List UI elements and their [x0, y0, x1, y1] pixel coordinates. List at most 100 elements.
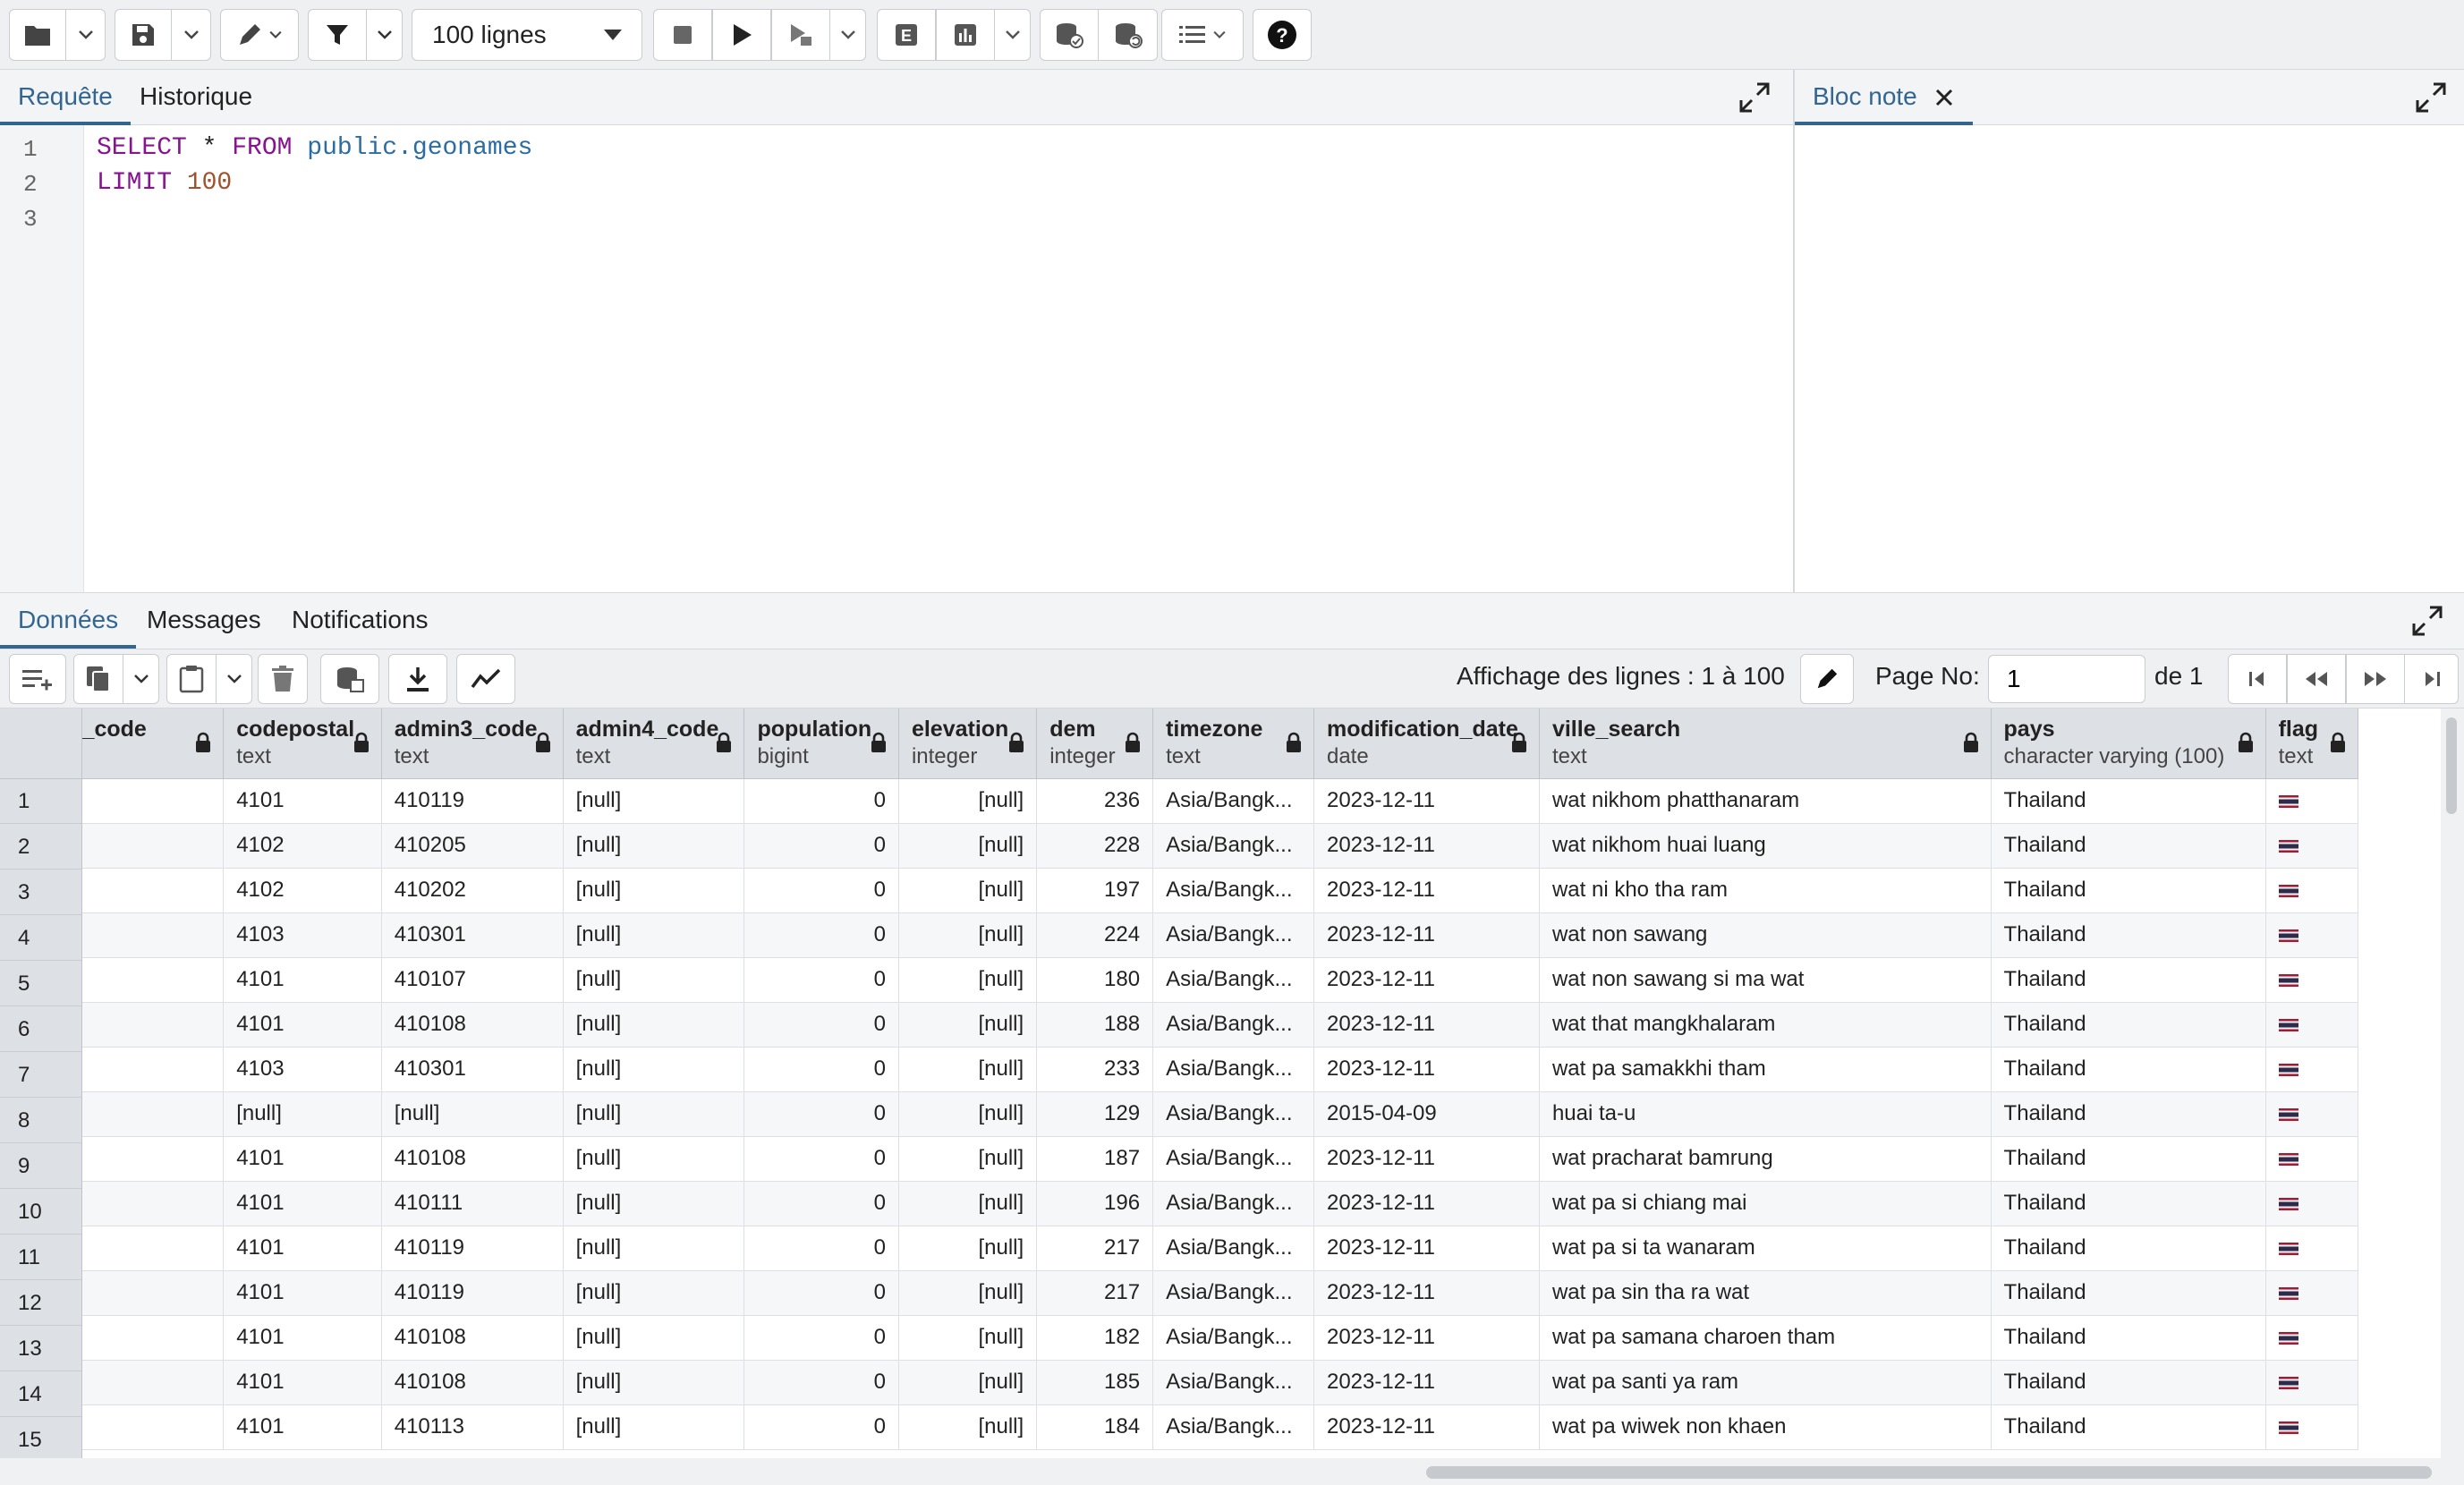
cell-population[interactable]: 0 — [743, 912, 899, 958]
cell-admin4-code[interactable]: [null] — [563, 1091, 745, 1137]
first-page-button[interactable] — [2228, 654, 2287, 704]
cell-flag[interactable] — [2265, 1315, 2359, 1361]
cell-population[interactable]: 0 — [743, 1181, 899, 1226]
cell-elevation[interactable]: [null] — [898, 823, 1038, 869]
next-page-button[interactable] — [2346, 654, 2405, 704]
cell-admin4-code[interactable]: [null] — [563, 1270, 745, 1316]
table-row[interactable]: 764101410108[null]0[null]187Asia/Bangk..… — [0, 1136, 2359, 1182]
cell-population[interactable]: 0 — [743, 1315, 899, 1361]
cell-dem[interactable]: 233 — [1036, 1047, 1154, 1092]
column-header-timezone[interactable]: timezone text — [1152, 709, 1314, 779]
row-number[interactable]: 6 — [0, 1007, 81, 1052]
macros-button[interactable] — [1161, 9, 1244, 61]
cell-admin3-code[interactable]: 410108 — [381, 1002, 564, 1048]
vertical-scrollbar[interactable] — [2441, 709, 2464, 1458]
explain-analyze-button[interactable] — [936, 9, 995, 61]
cell-population[interactable]: 0 — [743, 823, 899, 869]
row-number[interactable]: 13 — [0, 1327, 81, 1371]
paste-dropdown[interactable] — [217, 654, 252, 704]
cell-timezone[interactable]: Asia/Bangk... — [1152, 1226, 1314, 1271]
cell-population[interactable]: 0 — [743, 957, 899, 1003]
cell-flag[interactable] — [2265, 1404, 2359, 1450]
table-row[interactable]: 764101410111[null]0[null]196Asia/Bangk..… — [0, 1181, 2359, 1226]
cell-flag[interactable] — [2265, 912, 2359, 958]
cell-modification-date[interactable]: 2023-12-11 — [1313, 778, 1540, 824]
execute-script-button[interactable] — [771, 9, 830, 61]
cell-codepostal[interactable]: 4101 — [223, 1270, 382, 1316]
horizontal-scrollbar[interactable] — [0, 1458, 2464, 1485]
column-header-admin3-code[interactable]: admin3_code text — [381, 709, 564, 779]
last-page-button[interactable] — [2405, 654, 2459, 704]
cell-admin3-code[interactable]: 410301 — [381, 1047, 564, 1092]
cell-flag[interactable] — [2265, 778, 2359, 824]
cell-elevation[interactable]: [null] — [898, 1091, 1038, 1137]
cell-dem[interactable]: 185 — [1036, 1360, 1154, 1405]
cell-dem[interactable]: 129 — [1036, 1091, 1154, 1137]
table-row[interactable]: 764101410107[null]0[null]180Asia/Bangk..… — [0, 957, 2359, 1003]
cell-population[interactable]: 0 — [743, 778, 899, 824]
save-file-dropdown[interactable] — [172, 9, 211, 61]
cell-timezone[interactable]: Asia/Bangk... — [1152, 957, 1314, 1003]
open-file-button[interactable] — [9, 9, 66, 61]
cell-population[interactable]: 0 — [743, 1136, 899, 1182]
expand-icon[interactable] — [2410, 604, 2444, 638]
row-number[interactable]: 4 — [0, 916, 81, 961]
tab-messages[interactable]: Messages — [129, 593, 279, 649]
cell-admin3-code[interactable]: 410119 — [381, 1226, 564, 1271]
cell-timezone[interactable]: Asia/Bangk... — [1152, 823, 1314, 869]
cell-flag[interactable] — [2265, 957, 2359, 1003]
cell-timezone[interactable]: Asia/Bangk... — [1152, 1315, 1314, 1361]
cell-admin3-code[interactable]: 410113 — [381, 1404, 564, 1450]
cell-timezone[interactable]: Asia/Bangk... — [1152, 778, 1314, 824]
cell-pays[interactable]: Thailand — [1991, 912, 2266, 958]
cell-elevation[interactable]: [null] — [898, 1226, 1038, 1271]
cell-admin4-code[interactable]: [null] — [563, 1181, 745, 1226]
cell-codepostal[interactable]: 4102 — [223, 823, 382, 869]
column-header-elevation[interactable]: elevation integer — [898, 709, 1038, 779]
row-number[interactable]: 15 — [0, 1418, 81, 1458]
cell-flag[interactable] — [2265, 1047, 2359, 1092]
cell-ville-search[interactable]: wat pa samakkhi tham — [1539, 1047, 1992, 1092]
cell-ville-search[interactable]: wat ni kho tha ram — [1539, 868, 1992, 913]
row-number[interactable]: 2 — [0, 825, 81, 870]
cell-elevation[interactable]: [null] — [898, 1002, 1038, 1048]
cell-codepostal[interactable]: 4101 — [223, 1181, 382, 1226]
cell-ville-search[interactable]: wat pa sin tha ra wat — [1539, 1270, 1992, 1316]
filter-dropdown[interactable] — [367, 9, 403, 61]
previous-page-button[interactable] — [2287, 654, 2346, 704]
cell-elevation[interactable]: [null] — [898, 1270, 1038, 1316]
row-number[interactable]: 11 — [0, 1235, 81, 1280]
save-file-button[interactable] — [115, 9, 172, 61]
copy-button[interactable] — [73, 654, 123, 704]
cell-admin3-code[interactable]: 410108 — [381, 1360, 564, 1405]
cell-admin4-code[interactable]: [null] — [563, 1136, 745, 1182]
table-row[interactable]: 764101410119[null]0[null]217Asia/Bangk..… — [0, 1270, 2359, 1316]
cell-modification-date[interactable]: 2023-12-11 — [1313, 1315, 1540, 1361]
cell-codepostal[interactable]: 4103 — [223, 1047, 382, 1092]
cell-admin4-code[interactable]: [null] — [563, 1404, 745, 1450]
paste-button[interactable] — [166, 654, 217, 704]
cell-admin3-code[interactable]: 410108 — [381, 1136, 564, 1182]
cell-pays[interactable]: Thailand — [1991, 1226, 2266, 1271]
cell-pays[interactable]: Thailand — [1991, 1315, 2266, 1361]
table-row[interactable]: 764101410119[null]0[null]236Asia/Bangk..… — [0, 778, 2359, 824]
row-number[interactable]: 12 — [0, 1281, 81, 1326]
edit-rows-button[interactable] — [1800, 654, 1854, 704]
cell-pays[interactable]: Thailand — [1991, 957, 2266, 1003]
table-row[interactable]: 764101410113[null]0[null]184Asia/Bangk..… — [0, 1404, 2359, 1450]
row-number[interactable]: 10 — [0, 1190, 81, 1235]
cell-elevation[interactable]: [null] — [898, 1136, 1038, 1182]
open-file-dropdown[interactable] — [66, 9, 106, 61]
cell-flag[interactable] — [2265, 1181, 2359, 1226]
cell-flag[interactable] — [2265, 1136, 2359, 1182]
column-header-modification-date[interactable]: modification_date date — [1313, 709, 1540, 779]
cell-codepostal[interactable]: [null] — [223, 1091, 382, 1137]
cell-admin4-code[interactable]: [null] — [563, 868, 745, 913]
execute-button[interactable] — [712, 9, 771, 61]
cell-dem[interactable]: 217 — [1036, 1226, 1154, 1271]
cell-pays[interactable]: Thailand — [1991, 1181, 2266, 1226]
rollback-button[interactable] — [1099, 9, 1158, 61]
cell-pays[interactable]: Thailand — [1991, 1404, 2266, 1450]
cell-modification-date[interactable]: 2023-12-11 — [1313, 1226, 1540, 1271]
cell-timezone[interactable]: Asia/Bangk... — [1152, 1404, 1314, 1450]
